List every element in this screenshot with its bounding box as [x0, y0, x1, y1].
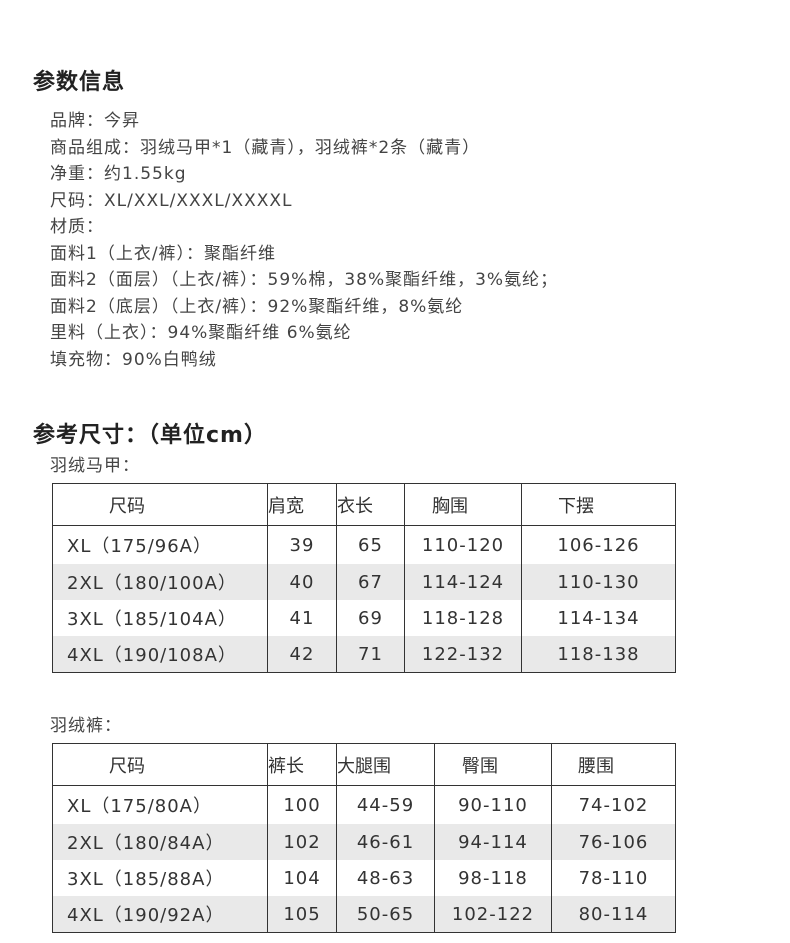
table-header-row: 尺码 肩宽 衣长 胸围 下摆 — [52, 483, 676, 526]
cell-pant-length: 102 — [267, 824, 337, 860]
param-fabric1: 面料1（上衣/裤）：聚酯纤维 — [50, 243, 277, 264]
cell-hem: 106-126 — [521, 525, 676, 564]
param-filling: 填充物：90%白鸭绒 — [50, 349, 217, 370]
cell-hip: 98-118 — [434, 860, 552, 896]
cell-size: 3XL（185/88A） — [52, 860, 268, 896]
cell-length: 67 — [336, 564, 405, 600]
table-header-row: 尺码 裤长 大腿围 臀围 腰围 — [52, 743, 676, 786]
cell-pant-length: 104 — [267, 860, 337, 896]
cell-thigh: 48-63 — [336, 860, 435, 896]
table-row: 2XL（180/100A） 40 67 114-124 110-130 — [52, 564, 676, 600]
table-row: 4XL（190/108A） 42 71 122-132 118-138 — [52, 636, 676, 673]
cell-hem: 110-130 — [521, 564, 676, 600]
cell-chest: 114-124 — [404, 564, 522, 600]
size-ref-title: 参考尺寸：（单位cm） — [33, 423, 267, 448]
table-row: XL（175/80A） 100 44-59 90-110 74-102 — [52, 785, 676, 824]
vest-label: 羽绒马甲： — [50, 456, 140, 476]
table-row: XL（175/96A） 39 65 110-120 106-126 — [52, 525, 676, 564]
cell-pant-length: 105 — [267, 896, 337, 933]
cell-length: 71 — [336, 636, 405, 673]
table-row: 3XL（185/104A） 41 69 118-128 114-134 — [52, 600, 676, 636]
cell-thigh: 44-59 — [336, 785, 435, 824]
cell-hip: 102-122 — [434, 896, 552, 933]
pants-label: 羽绒裤： — [50, 716, 122, 736]
col-header-waist: 腰围 — [551, 743, 676, 786]
table-row: 4XL（190/92A） 105 50-65 102-122 80-114 — [52, 896, 676, 933]
cell-length: 69 — [336, 600, 405, 636]
cell-hem: 114-134 — [521, 600, 676, 636]
col-header-length: 衣长 — [336, 483, 405, 526]
cell-size: 2XL（180/84A） — [52, 824, 268, 860]
param-brand: 品牌：今昇 — [50, 111, 140, 131]
cell-shoulder: 42 — [267, 636, 337, 673]
vest-size-table: 尺码 肩宽 衣长 胸围 下摆 XL（175/96A） 39 65 110-120… — [52, 483, 676, 673]
cell-thigh: 46-61 — [336, 824, 435, 860]
params-title: 参数信息 — [33, 70, 126, 95]
cell-waist: 80-114 — [551, 896, 676, 933]
cell-size: XL（175/96A） — [52, 525, 268, 564]
cell-size: 3XL（185/104A） — [52, 600, 268, 636]
col-header-pant-length: 裤长 — [267, 743, 337, 786]
cell-shoulder: 40 — [267, 564, 337, 600]
col-header-size: 尺码 — [52, 483, 268, 526]
cell-hip: 90-110 — [434, 785, 552, 824]
cell-size: 4XL（190/92A） — [52, 896, 268, 933]
param-lining: 里料（上衣）：94%聚酯纤维 6%氨纶 — [50, 323, 352, 343]
table-row: 3XL（185/88A） 104 48-63 98-118 78-110 — [52, 860, 676, 896]
cell-chest: 122-132 — [404, 636, 522, 673]
param-sizes: 尺码：XL/XXL/XXXL/XXXXL — [50, 190, 293, 211]
cell-waist: 78-110 — [551, 860, 676, 896]
params-list: 品牌：今昇 商品组成：羽绒马甲*1（藏青），羽绒裤*2条（藏青） 净重：约1.5… — [50, 108, 558, 373]
cell-waist: 76-106 — [551, 824, 676, 860]
table-row: 2XL（180/84A） 102 46-61 94-114 76-106 — [52, 824, 676, 860]
cell-size: XL（175/80A） — [52, 785, 268, 824]
cell-thigh: 50-65 — [336, 896, 435, 933]
cell-chest: 110-120 — [404, 525, 522, 564]
param-fabric2-inner: 面料2（底层）（上衣/裤）：92%聚酯纤维，8%氨纶 — [50, 296, 464, 317]
col-header-shoulder: 肩宽 — [267, 483, 337, 526]
col-header-hem: 下摆 — [521, 483, 676, 526]
cell-waist: 74-102 — [551, 785, 676, 824]
param-fabric2-outer: 面料2（面层）（上衣/裤）：59%棉，38%聚酯纤维，3%氨纶； — [50, 270, 559, 290]
col-header-hip: 臀围 — [434, 743, 552, 786]
col-header-size: 尺码 — [52, 743, 268, 786]
cell-size: 2XL（180/100A） — [52, 564, 268, 600]
col-header-chest: 胸围 — [404, 483, 522, 526]
col-header-thigh: 大腿围 — [336, 743, 435, 786]
cell-pant-length: 100 — [267, 785, 337, 824]
param-weight: 净重：约1.55kg — [50, 164, 187, 184]
cell-chest: 118-128 — [404, 600, 522, 636]
cell-size: 4XL（190/108A） — [52, 636, 268, 673]
param-composition: 商品组成：羽绒马甲*1（藏青），羽绒裤*2条（藏青） — [50, 137, 481, 158]
cell-shoulder: 39 — [267, 525, 337, 564]
cell-hip: 94-114 — [434, 824, 552, 860]
param-material: 材质： — [50, 217, 104, 237]
cell-hem: 118-138 — [521, 636, 676, 673]
cell-shoulder: 41 — [267, 600, 337, 636]
cell-length: 65 — [336, 525, 405, 564]
pants-size-table: 尺码 裤长 大腿围 臀围 腰围 XL（175/80A） 100 44-59 90… — [52, 743, 676, 933]
